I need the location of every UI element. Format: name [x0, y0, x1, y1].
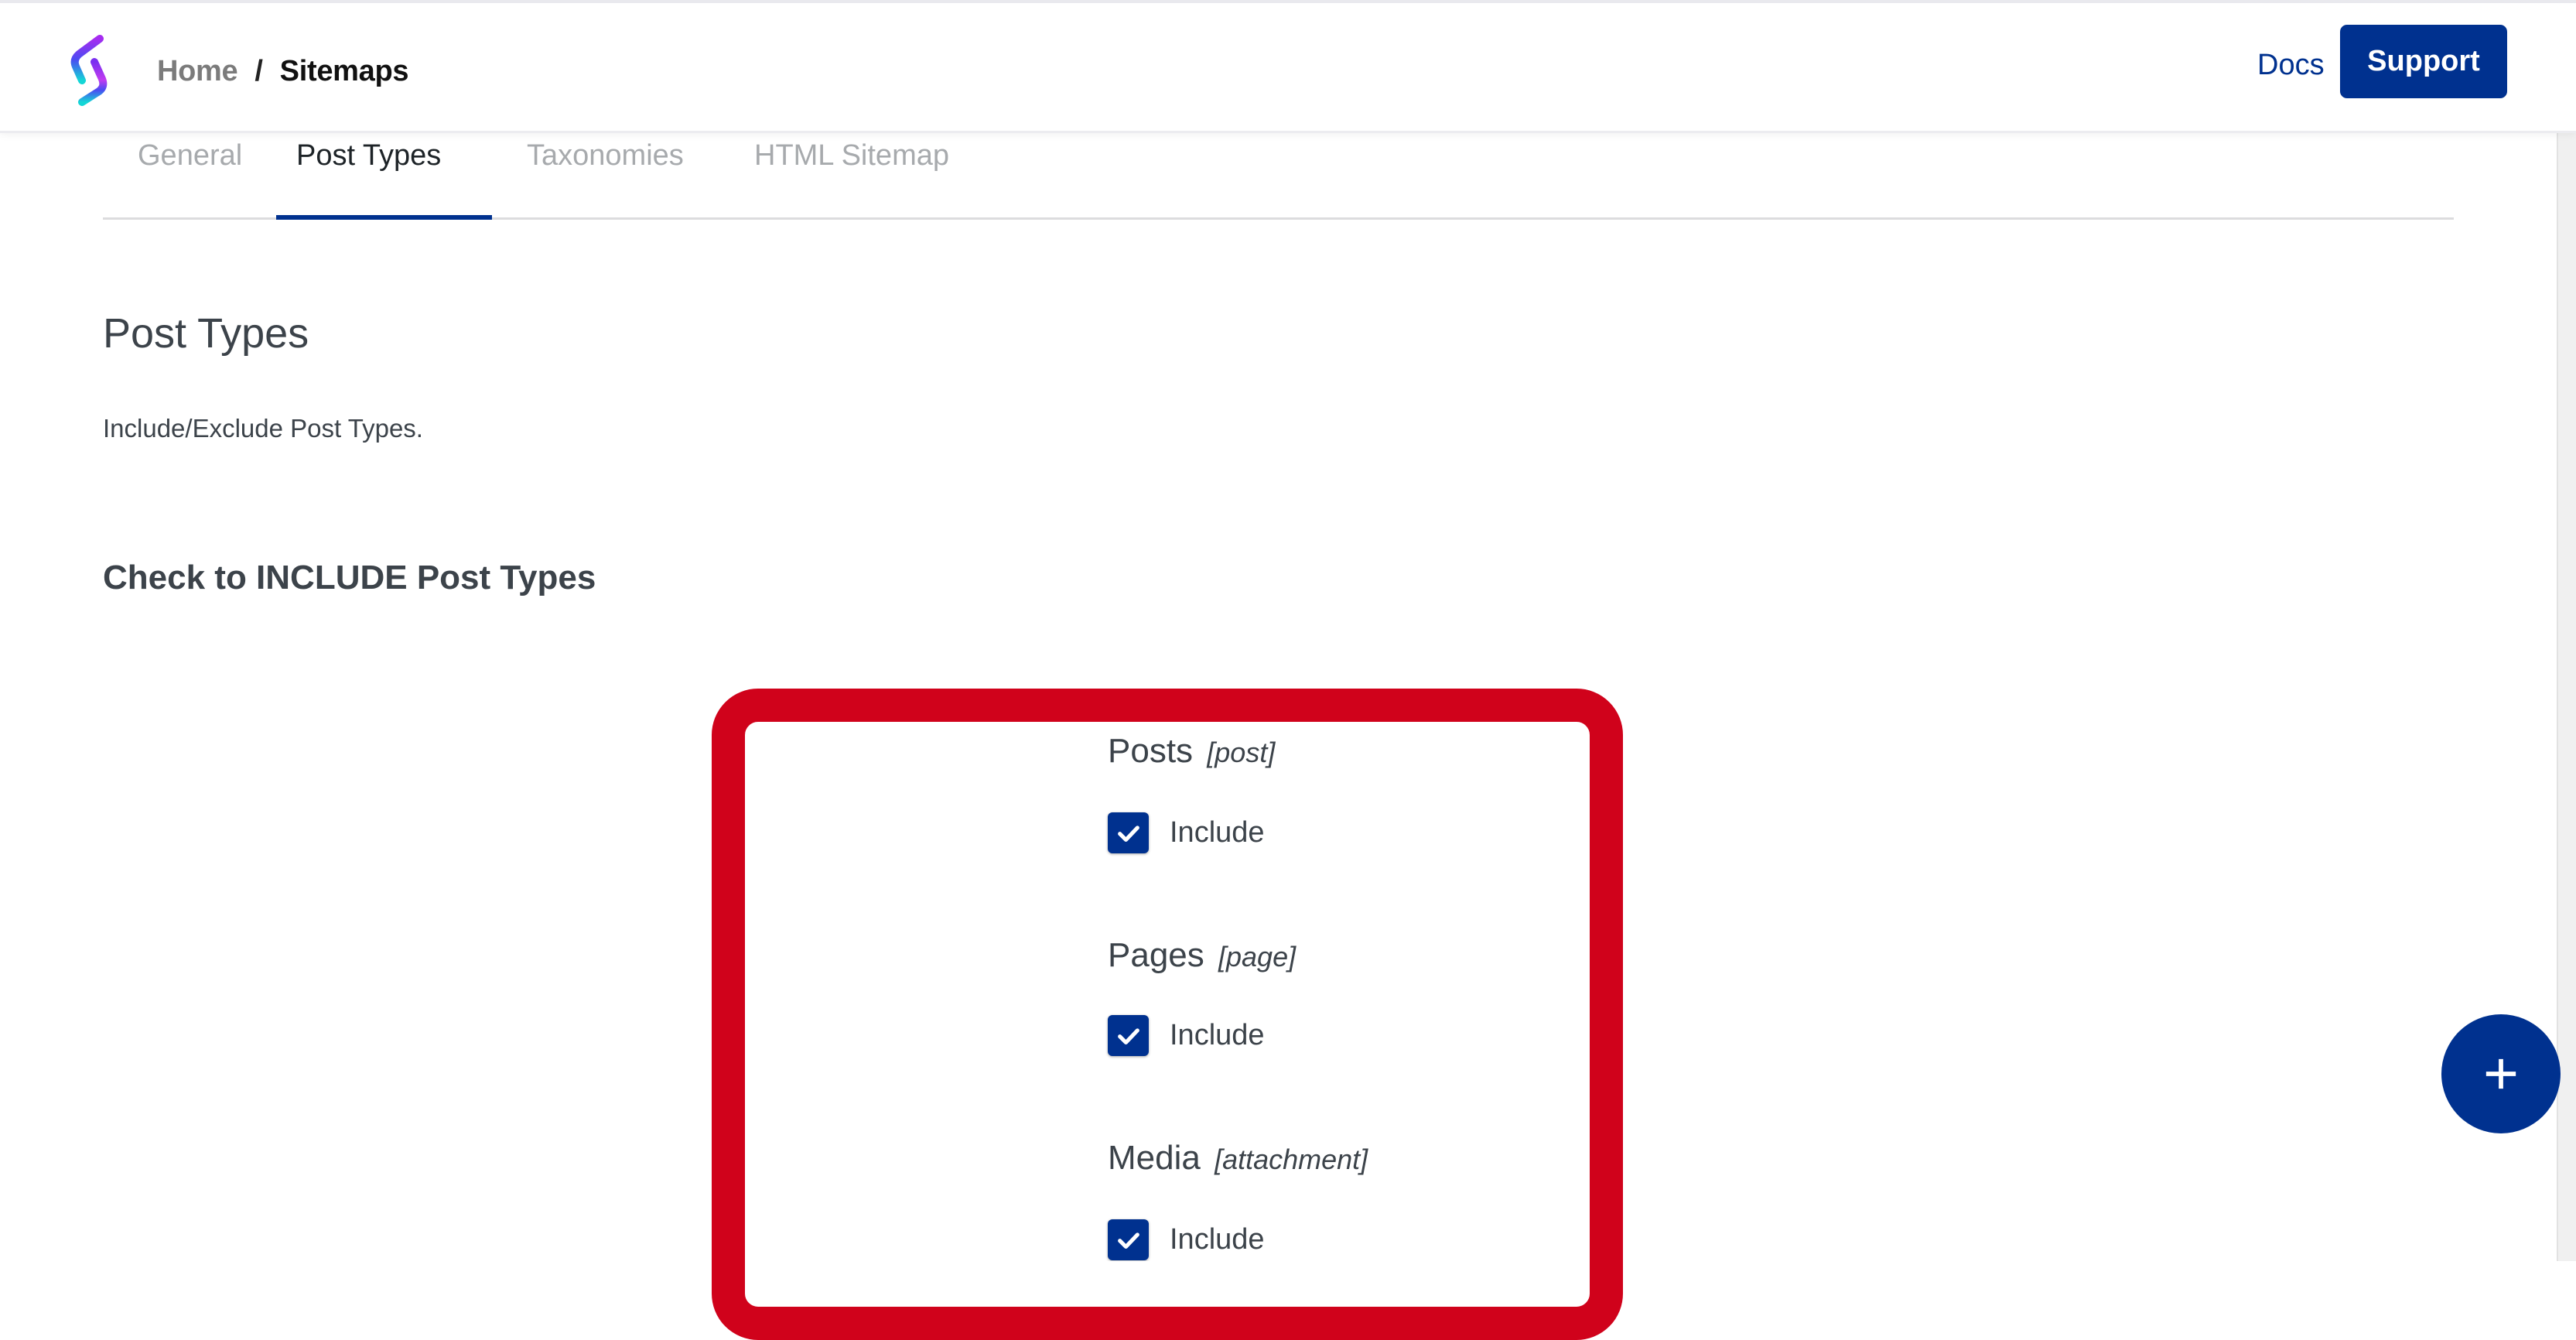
- post-type-name: Pages [page]: [1108, 936, 1572, 983]
- include-posts-checkbox[interactable]: [1108, 812, 1149, 853]
- active-tab-indicator: [276, 215, 492, 220]
- tab-taxonomies[interactable]: Taxonomies: [527, 132, 684, 220]
- page-description: Include/Exclude Post Types.: [103, 414, 423, 443]
- post-type-label: Media: [1108, 1139, 1201, 1177]
- post-type-name: Posts [post]: [1108, 732, 1572, 778]
- post-type-label: Pages: [1108, 936, 1204, 974]
- top-header: Home / Sitemaps Docs Support: [0, 0, 2576, 133]
- post-type-slug: [page]: [1218, 941, 1297, 973]
- checkbox-label: Include: [1170, 816, 1265, 849]
- sitemap-logo-icon[interactable]: [65, 31, 114, 108]
- breadcrumb: Home / Sitemaps: [157, 50, 409, 93]
- post-type-label: Posts: [1108, 732, 1194, 770]
- include-posts-checkbox-row[interactable]: Include: [1108, 812, 1265, 853]
- include-media-checkbox[interactable]: [1108, 1219, 1149, 1260]
- section-heading: Check to INCLUDE Post Types: [103, 559, 596, 597]
- breadcrumb-separator: /: [255, 54, 263, 87]
- post-type-name: Media [attachment]: [1108, 1139, 1572, 1185]
- post-type-item-posts: Posts [post] Include: [1108, 732, 1572, 853]
- checkmark-icon: [1117, 1027, 1139, 1044]
- plus-icon: [2485, 1058, 2516, 1089]
- add-fab-button[interactable]: [2441, 1014, 2561, 1133]
- page-title: Post Types: [103, 310, 309, 357]
- tab-general[interactable]: General: [138, 132, 242, 220]
- include-pages-checkbox[interactable]: [1108, 1015, 1149, 1056]
- tab-html-sitemap[interactable]: HTML Sitemap: [754, 132, 949, 220]
- checkbox-label: Include: [1170, 1019, 1265, 1051]
- checkmark-icon: [1117, 825, 1139, 842]
- checkbox-label: Include: [1170, 1223, 1265, 1256]
- docs-link[interactable]: Docs: [2257, 43, 2325, 87]
- tab-post-types[interactable]: Post Types: [296, 132, 441, 220]
- settings-tabs: General Post Types Taxonomies HTML Sitem…: [103, 132, 2454, 220]
- post-type-item-media: Media [attachment] Include: [1108, 1139, 1572, 1260]
- post-type-slug: [post]: [1207, 737, 1276, 768]
- content-viewport: Home / Sitemaps Docs Support General Pos…: [0, 0, 2576, 1261]
- include-pages-checkbox-row[interactable]: Include: [1108, 1015, 1265, 1056]
- vertical-scrollbar[interactable]: [2557, 133, 2576, 1261]
- checkmark-icon: [1117, 1232, 1139, 1249]
- post-type-slug: [attachment]: [1215, 1143, 1368, 1175]
- breadcrumb-current: Sitemaps: [279, 54, 409, 87]
- post-type-item-pages: Pages [page] Include: [1108, 936, 1572, 1056]
- breadcrumb-home-link[interactable]: Home: [157, 55, 238, 88]
- page: Home / Sitemaps Docs Support General Pos…: [0, 0, 2576, 1340]
- support-button[interactable]: Support: [2340, 25, 2507, 98]
- include-media-checkbox-row[interactable]: Include: [1108, 1219, 1265, 1260]
